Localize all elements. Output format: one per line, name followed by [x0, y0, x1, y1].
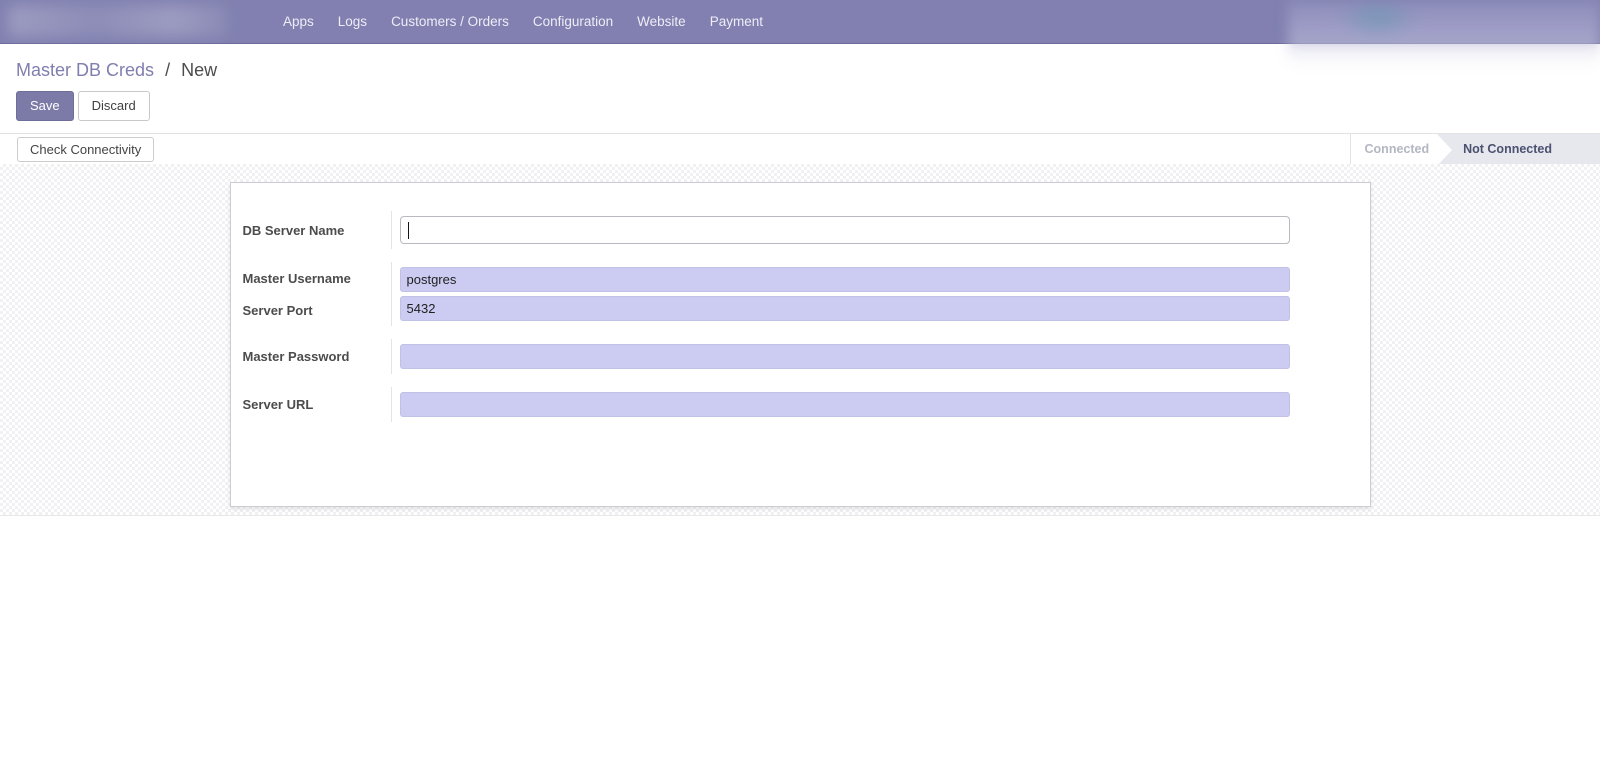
blurred-brand-logo	[8, 5, 228, 37]
action-buttons-row: Save Discard	[16, 91, 1584, 121]
check-connectivity-button[interactable]: Check Connectivity	[17, 137, 154, 162]
field-row-master-password: Master Password	[243, 339, 1290, 374]
db-server-name-label: DB Server Name	[243, 211, 391, 249]
server-port-input[interactable]	[400, 296, 1290, 321]
status-stage-connected[interactable]: Connected	[1350, 134, 1438, 164]
field-row-server-port: Server Port	[243, 294, 1290, 326]
nav-item-logs[interactable]: Logs	[326, 0, 379, 43]
field-row-server-url: Server URL	[243, 387, 1290, 422]
breadcrumb: Master DB Creds / New	[16, 58, 1584, 82]
nav-item-payment[interactable]: Payment	[698, 0, 775, 43]
server-url-value-cell	[391, 387, 1290, 422]
db-server-name-value-cell	[391, 211, 1290, 249]
nav-item-customers-orders[interactable]: Customers / Orders	[379, 0, 521, 43]
text-cursor	[408, 222, 409, 239]
nav-item-configuration[interactable]: Configuration	[521, 0, 625, 43]
breadcrumb-separator: /	[165, 60, 170, 80]
nav-item-apps[interactable]: Apps	[271, 0, 326, 43]
field-row-master-username: Master Username	[243, 262, 1290, 294]
server-port-label: Server Port	[243, 294, 391, 326]
status-arrow-separator	[1437, 134, 1453, 164]
field-group-credentials: Master Username Server Port	[243, 262, 1290, 326]
master-password-input[interactable]	[400, 344, 1290, 369]
server-url-label: Server URL	[243, 387, 391, 422]
master-password-value-cell	[391, 339, 1290, 374]
form-sheet: DB Server Name Master Username Server Po…	[230, 182, 1371, 507]
master-username-value-cell	[391, 262, 1290, 294]
breadcrumb-parent-link[interactable]: Master DB Creds	[16, 60, 154, 80]
field-group-server-url: Server URL	[243, 387, 1290, 422]
discard-button[interactable]: Discard	[78, 91, 150, 121]
server-url-input[interactable]	[400, 392, 1290, 417]
field-row-db-server-name: DB Server Name	[243, 211, 1290, 249]
statusbar: Connected Not Connected	[1350, 134, 1600, 164]
field-group-master-password: Master Password	[243, 339, 1290, 374]
status-stage-not-connected[interactable]: Not Connected	[1453, 134, 1600, 164]
master-username-input[interactable]	[400, 267, 1290, 292]
master-password-label: Master Password	[243, 339, 391, 374]
db-server-name-input[interactable]	[400, 216, 1290, 244]
save-button[interactable]: Save	[16, 91, 74, 121]
nav-menu: Apps Logs Customers / Orders Configurati…	[271, 0, 775, 43]
top-navbar: Apps Logs Customers / Orders Configurati…	[0, 0, 1600, 44]
form-toolbar: Check Connectivity Connected Not Connect…	[0, 133, 1600, 164]
field-group-db-server-name: DB Server Name	[243, 211, 1290, 249]
breadcrumb-current: New	[181, 60, 217, 80]
nav-item-website[interactable]: Website	[625, 0, 698, 43]
server-port-value-cell	[391, 294, 1290, 326]
master-username-label: Master Username	[243, 262, 391, 294]
work-area-background: DB Server Name Master Username Server Po…	[0, 164, 1600, 516]
control-panel: Master DB Creds / New Save Discard	[0, 44, 1600, 133]
